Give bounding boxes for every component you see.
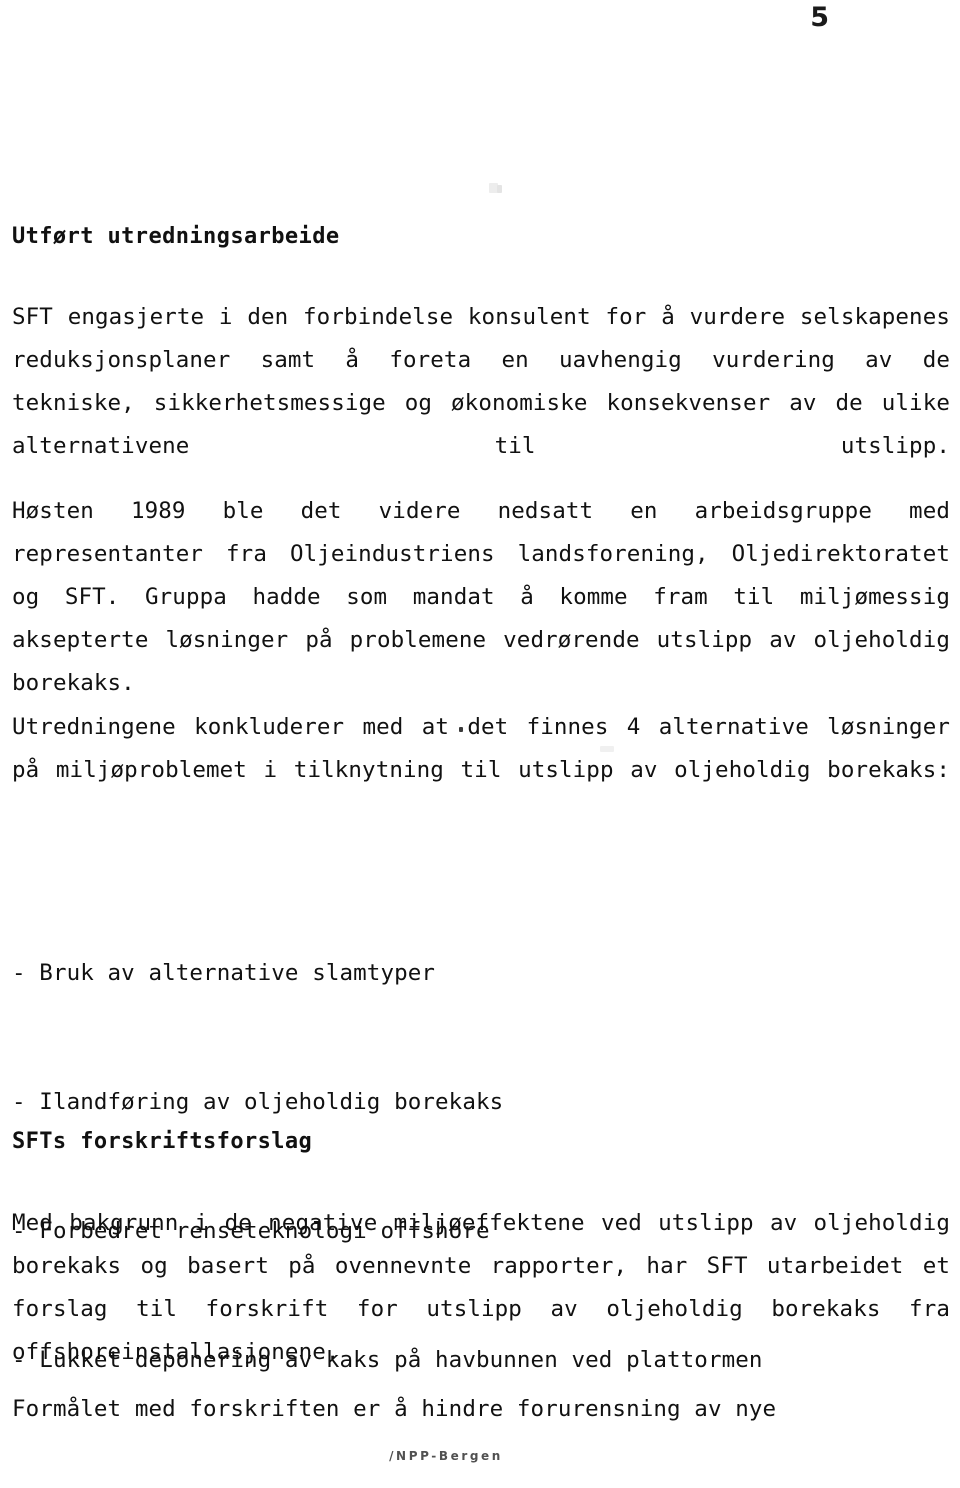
paragraph-utredningene-konkluderer: Utredningene konkluderer med at det finn… <box>12 714 950 783</box>
list-item: - Ilandføring av oljeholdig borekaks <box>12 1089 504 1115</box>
paragraph-med-bakgrunn: Med bakgrunn i de negative miljøeffekten… <box>12 1210 950 1365</box>
scan-artifact-speck <box>497 185 502 193</box>
paragraph-sft-engasjerte: SFT engasjerte i den forbindelse konsule… <box>12 304 950 459</box>
list-item: - Bruk av alternative slamtyper <box>12 960 436 986</box>
section-heading-sfts-forskriftsforslag: SFTs forskriftsforslag <box>12 1129 313 1154</box>
paragraph-formalet-med-forskriften: Formålet med forskriften er å hindre for… <box>12 1396 777 1422</box>
document-page: 5 Utført utredningsarbeide SFT engasjert… <box>0 0 960 1488</box>
section-heading-utfort-utredningsarbeide: Utført utredningsarbeide <box>12 224 340 249</box>
footer-scan-mark: /NPP-Bergen <box>389 1449 503 1463</box>
page-number: 5 <box>810 2 829 33</box>
